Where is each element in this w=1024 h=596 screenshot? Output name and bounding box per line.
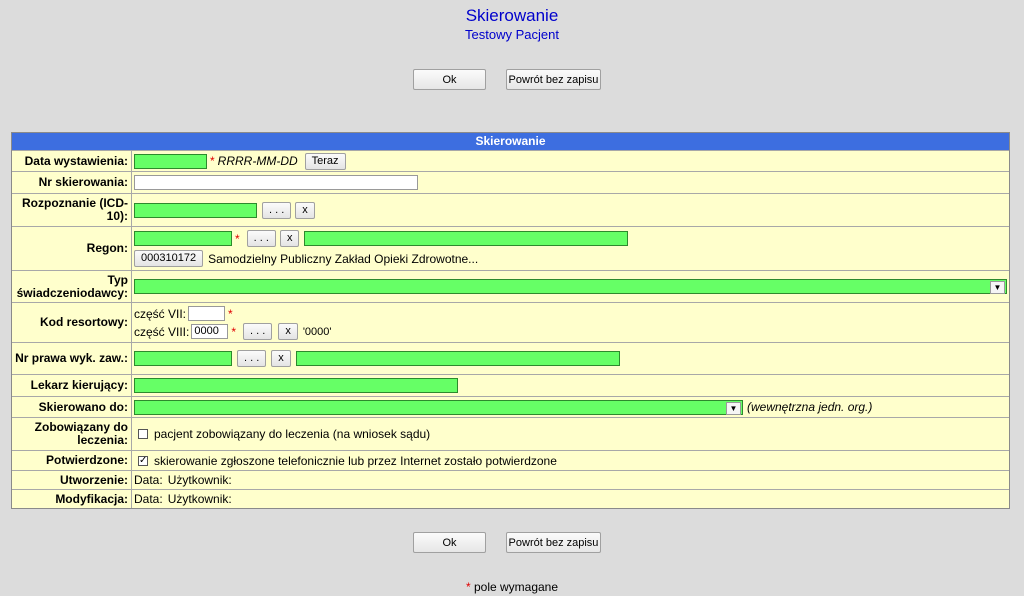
label-referred-to: Skierowano do: (12, 397, 132, 417)
label-regon: Regon: (12, 227, 132, 270)
chevron-down-icon: ▼ (990, 281, 1005, 294)
now-button[interactable]: Teraz (304, 152, 346, 170)
part7-input[interactable] (188, 306, 226, 321)
form-title: Skierowanie (12, 133, 1009, 150)
regon-input[interactable] (134, 231, 232, 246)
obliged-checkbox[interactable] (138, 429, 148, 439)
modified-user-label: Użytkownik: (167, 492, 232, 506)
required-legend-text: pole wymagane (473, 580, 559, 594)
required-mark: * (231, 324, 237, 339)
page-title: Skierowanie (465, 6, 559, 25)
created-date-label: Data: (134, 473, 163, 487)
required-mark: * (210, 154, 215, 168)
referred-to-select[interactable]: ▼ (134, 399, 743, 415)
regon-clear-button[interactable]: x (279, 230, 300, 247)
label-number: Nr skierowania: (12, 172, 132, 193)
label-created: Utworzenie: (12, 471, 132, 489)
regon-name-input[interactable] (304, 231, 629, 246)
provider-type-select[interactable]: ▼ (134, 279, 1007, 294)
license-browse-button[interactable]: . . . (237, 350, 267, 367)
label-confirmed: Potwierdzone: (12, 451, 132, 470)
modified-date-label: Data: (134, 492, 163, 506)
obliged-text: pacjent zobowiązany do leczenia (na wnio… (154, 427, 431, 441)
created-user-label: Użytkownik: (167, 473, 232, 487)
dept-browse-button[interactable]: . . . (243, 323, 273, 340)
date-format-hint: RRRR-MM-DD (217, 154, 298, 168)
label-diagnosis: Rozpoznanie (ICD-10): (12, 194, 132, 226)
required-mark: * (235, 231, 240, 246)
label-obliged: Zobowiązany do leczenia: (12, 418, 132, 450)
label-doctor: Lekarz kierujący: (12, 375, 132, 396)
issue-date-input[interactable] (134, 153, 207, 169)
diagnosis-clear-button[interactable]: x (295, 201, 315, 219)
chevron-down-icon: ▼ (726, 401, 741, 415)
ok-button-bottom[interactable]: Ok (413, 532, 486, 553)
required-mark: * (228, 306, 233, 321)
label-modified: Modyfikacja: (12, 490, 132, 508)
dept-clear-button[interactable]: x (278, 323, 298, 340)
diagnosis-input[interactable] (134, 202, 257, 218)
required-legend: * pole wymagane (0, 580, 1024, 594)
referral-number-input[interactable] (134, 175, 418, 190)
regon-browse-button[interactable]: . . . (246, 230, 276, 247)
part8-hint: '0000' (302, 325, 332, 338)
referred-to-hint: (wewnętrzna jedn. org.) (747, 400, 873, 414)
license-input[interactable] (134, 351, 232, 366)
back-without-save-button-top[interactable]: Powrót bez zapisu (506, 69, 601, 90)
part8-label: część VIII: (134, 324, 190, 339)
back-without-save-button-bottom[interactable]: Powrót bez zapisu (506, 532, 601, 553)
label-date: Data wystawienia: (12, 151, 132, 171)
required-mark: * (465, 580, 471, 594)
ok-button-top[interactable]: Ok (413, 69, 486, 90)
regon-name-text: Samodzielny Publiczny Zakład Opieki Zdro… (208, 251, 479, 266)
label-provider-type: Typ świadczeniodawcy: (12, 271, 132, 302)
label-dept-code: Kod resortowy: (12, 303, 132, 342)
license-clear-button[interactable]: x (271, 350, 291, 367)
confirmed-text: skierowanie zgłoszone telefonicznie lub … (154, 453, 557, 468)
diagnosis-browse-button[interactable]: . . . (262, 201, 292, 219)
referral-form: Skierowanie Data wystawienia: * RRRR-MM-… (11, 132, 1010, 509)
confirmed-checkbox[interactable]: ✓ (138, 455, 148, 466)
referring-doctor-input[interactable] (134, 378, 458, 393)
part7-label: część VII: (134, 306, 187, 321)
regon-code-button[interactable]: 000310172 (134, 250, 204, 267)
label-license: Nr prawa wyk. zaw.: (12, 343, 132, 374)
license-name-input[interactable] (295, 351, 620, 366)
part8-input[interactable]: 0000 (191, 324, 229, 339)
patient-name: Testowy Pacjent (465, 27, 559, 42)
